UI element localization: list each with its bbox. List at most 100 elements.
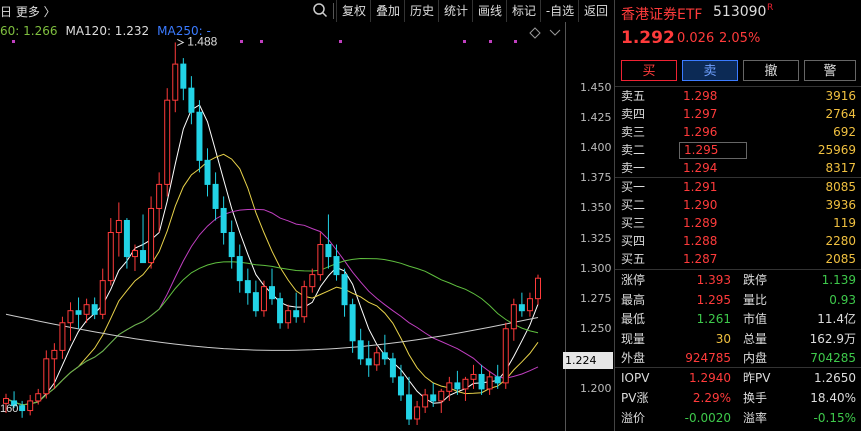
ask-row[interactable]: 卖一 1.294 8317	[615, 160, 861, 177]
security-name: 香港证券ETF	[621, 7, 703, 23]
bid-row[interactable]: 买四 1.288 2280	[615, 233, 861, 250]
ask-volume: 25969	[817, 143, 856, 157]
candle	[27, 400, 34, 412]
bid-level-label: 买五	[621, 252, 646, 266]
bid-price: 1.290	[683, 198, 718, 212]
price-tick-label: 1.400	[580, 141, 612, 155]
candle	[430, 394, 437, 402]
candle	[333, 256, 340, 276]
ask-level-label: 卖二	[621, 143, 646, 157]
stat-label: 总量	[743, 331, 768, 346]
buy-button[interactable]: 买	[621, 60, 677, 81]
quote-panel: 香港证券ETF 513090 R 1.292 0.026 2.05% 买 卖 撤…	[614, 0, 861, 431]
candle	[83, 304, 90, 315]
price-tick-label: 1.275	[580, 291, 612, 305]
candle	[510, 304, 517, 330]
candle	[325, 244, 332, 258]
candlestick-chart[interactable]: 1.488160	[0, 22, 565, 431]
candle	[470, 373, 477, 380]
stat-value: 1.2940	[689, 371, 731, 385]
adjust-button[interactable]: 复权	[336, 0, 371, 22]
candle	[180, 63, 187, 89]
candle	[438, 390, 445, 402]
sell-button[interactable]: 卖	[682, 60, 738, 81]
cancel-order-button[interactable]: 撤	[743, 60, 799, 81]
stat-value: 11.4亿	[817, 312, 856, 326]
chart-settings-icons[interactable]	[529, 26, 561, 40]
ma-legend: 60: 1.266 MA120: 1.232 MA250: -	[0, 24, 219, 38]
stat-value: 1.139	[821, 273, 856, 287]
candle	[67, 310, 74, 324]
price-change: 0.026	[677, 31, 715, 46]
stat-label: 涨停	[621, 273, 646, 287]
bid-row[interactable]: 买五 1.287 2085	[615, 251, 861, 268]
ask-row[interactable]: 卖三 1.296 692	[615, 124, 861, 141]
ma250-label: MA250: -	[157, 24, 211, 38]
candle	[35, 393, 42, 402]
ask-row[interactable]: 卖二 1.295 25969	[615, 142, 861, 159]
stat-value: 30	[715, 331, 731, 346]
price-tick-label: 1.250	[580, 321, 612, 335]
mark-button[interactable]: 标记	[506, 0, 541, 22]
event-marker	[339, 40, 342, 43]
ask-row[interactable]: 卖五 1.298 3916	[615, 88, 861, 105]
divider	[615, 86, 861, 87]
ma120-label: MA120: 1.232	[65, 24, 150, 38]
stat-label: 昨PV	[743, 371, 771, 385]
history-button[interactable]: 历史	[404, 0, 439, 22]
ask-level-label: 卖四	[621, 107, 646, 121]
candle	[277, 298, 284, 324]
candle	[140, 250, 147, 264]
candle	[486, 376, 493, 390]
candle	[406, 394, 413, 420]
bid-row[interactable]: 买一 1.291 8085	[615, 179, 861, 196]
ask-row[interactable]: 卖四 1.297 2764	[615, 106, 861, 123]
price-tick-label: 1.425	[580, 111, 612, 125]
stat-label: 溢率	[743, 411, 768, 425]
price-tick-label: 1.200	[580, 381, 612, 395]
price-tick-label: 1.375	[580, 171, 612, 185]
candle	[285, 310, 292, 324]
bid-level-label: 买一	[621, 180, 646, 194]
candle	[156, 183, 163, 209]
overlay-button[interactable]: 叠加	[370, 0, 405, 22]
bid-row[interactable]: 买三 1.289 119	[615, 215, 861, 232]
event-marker	[514, 40, 517, 43]
bid-volume: 2280	[825, 234, 856, 248]
candle	[115, 219, 122, 234]
candle	[228, 232, 235, 258]
high-arrow	[177, 39, 185, 46]
current-price-marker: 1.224	[563, 352, 613, 370]
security-code: 513090	[713, 4, 767, 20]
candle	[518, 304, 525, 312]
bid-row[interactable]: 买二 1.290 3936	[615, 197, 861, 214]
alert-button[interactable]: 警	[804, 60, 856, 81]
event-marker	[463, 40, 466, 43]
candle	[131, 250, 138, 258]
candle	[172, 63, 179, 101]
stat-row: IOPV 1.2940 昨PV 1.2650	[615, 369, 861, 387]
stat-label: 现量	[621, 331, 646, 346]
candle	[502, 328, 509, 384]
price-tick-label: 1.450	[580, 81, 612, 95]
ask-volume: 8317	[825, 161, 856, 175]
candle	[269, 286, 275, 300]
search-icon[interactable]	[311, 1, 329, 19]
bid-price: 1.287	[683, 252, 718, 266]
stat-label: 内盘	[743, 351, 768, 365]
ask-volume: 3916	[825, 89, 856, 103]
remove-watchlist-button[interactable]: -自选	[540, 0, 579, 22]
period-menu[interactable]: 日 更多 〉	[0, 3, 56, 20]
candle	[43, 358, 50, 395]
candle	[301, 286, 308, 318]
last-price: 1.292	[621, 28, 675, 48]
candle	[309, 274, 316, 288]
ask-level-label: 卖一	[621, 161, 646, 175]
stat-value: 1.2650	[814, 371, 856, 385]
event-marker	[12, 40, 15, 43]
back-button[interactable]: 返回	[578, 0, 613, 22]
stats-button[interactable]: 统计	[438, 0, 473, 22]
draw-line-button[interactable]: 画线	[472, 0, 507, 22]
event-marker	[489, 40, 492, 43]
candle	[236, 256, 243, 282]
